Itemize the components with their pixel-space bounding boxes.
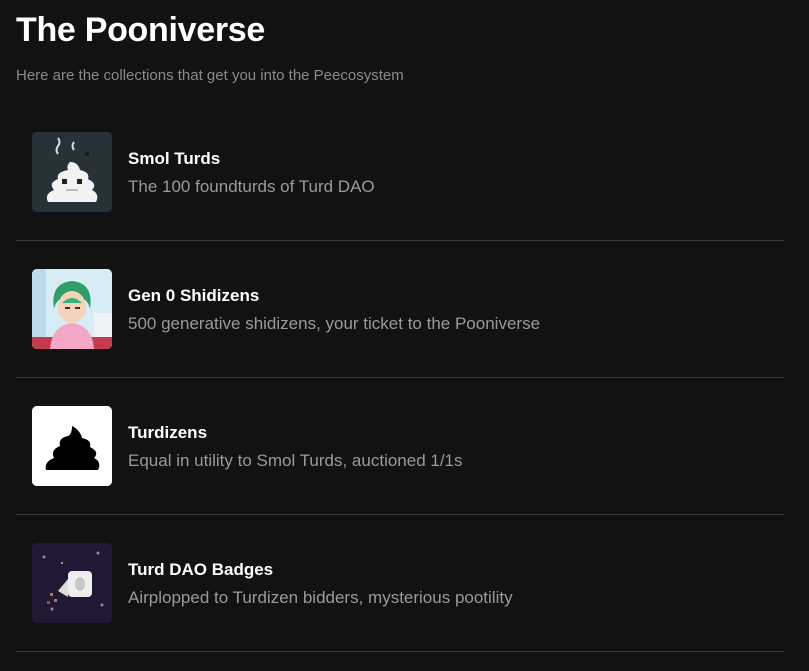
page: The Pooniverse Here are the collections … — [0, 0, 809, 671]
collection-description: Airplopped to Turdizen bidders, mysterio… — [128, 588, 513, 607]
badge-icon — [32, 543, 112, 623]
page-subtitle: Here are the collections that get you in… — [16, 67, 404, 84]
collection-item-smol-turds[interactable]: Smol Turds The 100 foundturds of Turd DA… — [16, 104, 784, 241]
collection-list: Smol Turds The 100 foundturds of Turd DA… — [16, 104, 784, 652]
shidizen-icon — [32, 269, 112, 349]
collection-name: Turdizens — [128, 423, 208, 442]
collection-name: Gen 0 Shidizens — [128, 286, 260, 305]
turdizen-icon — [32, 406, 112, 486]
collection-name: Smol Turds — [128, 149, 221, 168]
page-title: The Pooniverse — [16, 11, 265, 49]
collection-description: Equal in utility to Smol Turds, auctione… — [128, 451, 463, 470]
collection-item-turd-dao-badges[interactable]: Turd DAO Badges Airplopped to Turdizen b… — [16, 515, 784, 652]
collection-description: 500 generative shidizens, your ticket to… — [128, 314, 541, 333]
collection-item-turdizens[interactable]: Turdizens Equal in utility to Smol Turds… — [16, 378, 784, 515]
smol-turd-icon — [32, 132, 112, 212]
collection-name: Turd DAO Badges — [128, 560, 274, 579]
collection-item-gen-0-shidizens[interactable]: Gen 0 Shidizens 500 generative shidizens… — [16, 241, 784, 378]
collection-description: The 100 foundturds of Turd DAO — [128, 177, 375, 196]
